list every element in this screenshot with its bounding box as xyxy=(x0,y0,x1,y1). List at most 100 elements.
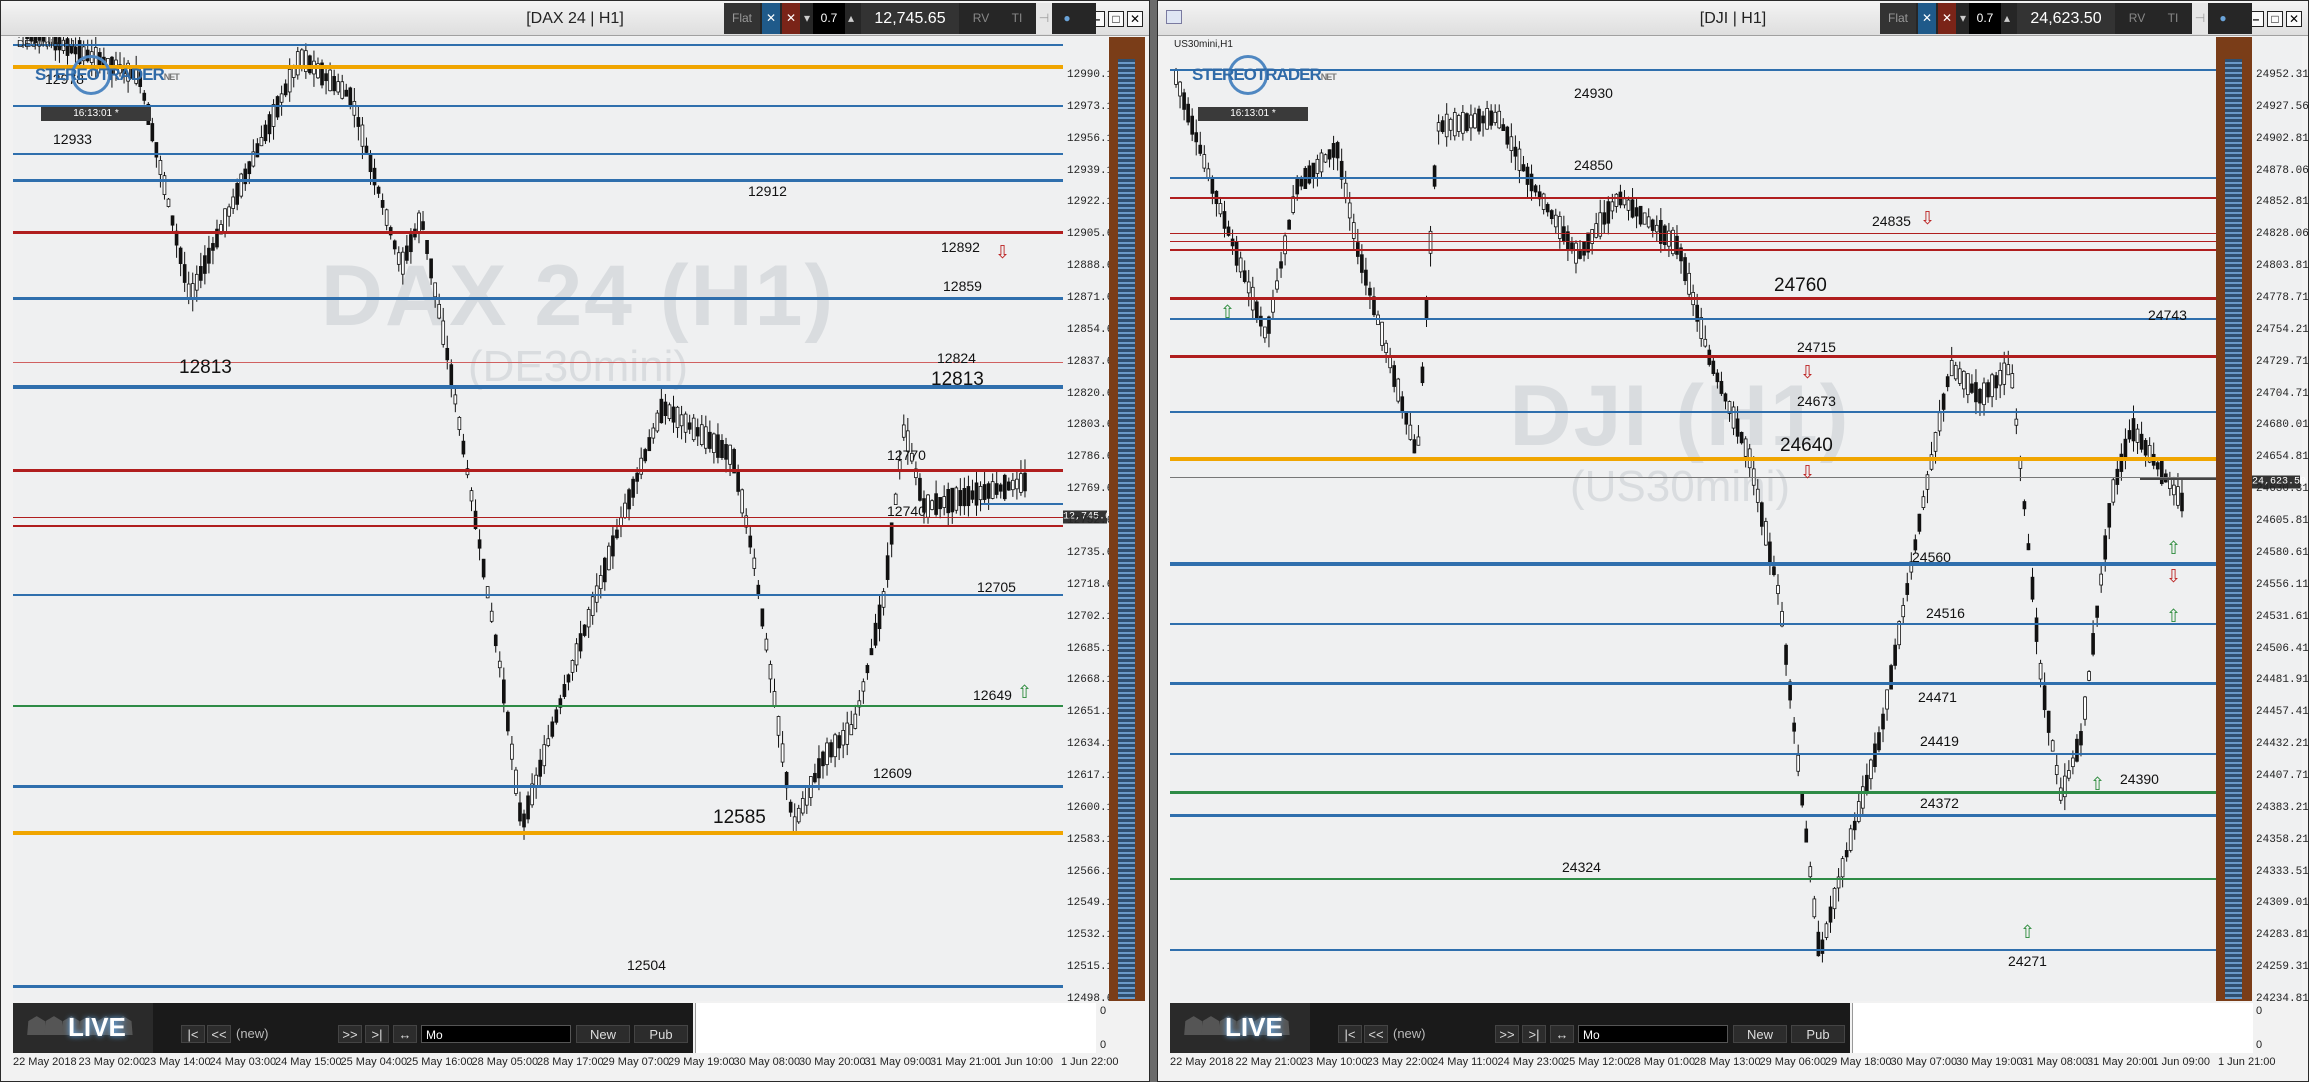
pub-button[interactable]: Pub xyxy=(634,1025,688,1043)
pin-icon[interactable]: ⊣ xyxy=(2192,3,2208,34)
price-chart-area[interactable]: DAX 24 (H1) (DE30mini) 12978 12933 12912… xyxy=(13,37,1063,1001)
level-line[interactable] xyxy=(1170,457,2220,461)
level-line[interactable] xyxy=(13,785,1063,788)
level-line[interactable] xyxy=(1170,949,2220,951)
trade-toolbar[interactable]: Flat ✕ ✕ ▾ 0.7 ▴ 24,623.50 RV TI ⊣ ● xyxy=(1880,3,2252,34)
arrow-down-icon: ⇩ xyxy=(1920,208,1936,228)
next-button[interactable]: >> xyxy=(1495,1025,1519,1043)
maximize-button[interactable]: □ xyxy=(1108,11,1124,27)
level-line[interactable] xyxy=(13,985,1063,988)
lots-up-icon[interactable]: ▴ xyxy=(2002,3,2012,34)
rv-button[interactable]: RV xyxy=(964,3,998,34)
level-line[interactable] xyxy=(13,153,1063,155)
candle-body xyxy=(2091,633,2095,655)
level-line[interactable] xyxy=(1170,814,2220,817)
level-line[interactable] xyxy=(13,362,1063,363)
time-axis[interactable]: 22 May 2018 23 May 02:00 23 May 14:00 24 Ma… xyxy=(13,1053,1119,1081)
close-button[interactable]: ✕ xyxy=(2286,11,2302,27)
order-book-strip[interactable] xyxy=(1109,37,1145,1001)
flat-button[interactable]: Flat xyxy=(1880,3,1916,34)
level-line[interactable] xyxy=(13,594,1063,596)
trade-toolbar[interactable]: Flat ✕ ✕ ▾ 0.7 ▴ 12,745.65 RV TI ⊣ ● xyxy=(724,3,1096,34)
time-axis[interactable]: 22 May 2018 22 May 21:00 23 May 10:00 23 Ma… xyxy=(1170,1053,2276,1081)
level-line[interactable] xyxy=(13,525,1063,527)
candle-body xyxy=(1970,383,1974,393)
candle-body xyxy=(623,502,627,519)
level-line[interactable] xyxy=(13,179,1063,182)
lots-down-icon[interactable]: ▾ xyxy=(802,3,812,34)
last-bar-button[interactable]: >| xyxy=(365,1025,389,1043)
settings-icon[interactable]: ● xyxy=(2213,3,2233,34)
dax-chart-window[interactable]: [DAX 24 | H1] – □ ✕ DAX 24 (H1) (DE30mini)… xyxy=(0,0,1150,1082)
level-line[interactable] xyxy=(1170,318,2220,320)
level-line[interactable] xyxy=(1170,791,2220,794)
lots-up-icon[interactable]: ▴ xyxy=(846,3,856,34)
level-line[interactable] xyxy=(13,297,1063,300)
fit-button[interactable]: ↔ xyxy=(1550,1025,1574,1043)
close-long-button[interactable]: ✕ xyxy=(762,3,780,34)
first-bar-button[interactable]: |< xyxy=(1338,1025,1362,1043)
level-line[interactable] xyxy=(13,705,1063,707)
level-label: 12933 xyxy=(53,131,92,147)
first-bar-button[interactable]: |< xyxy=(181,1025,205,1043)
next-button[interactable]: >> xyxy=(338,1025,362,1043)
level-line[interactable] xyxy=(13,469,1063,472)
new-button[interactable]: New xyxy=(1733,1025,1787,1043)
level-line[interactable] xyxy=(1170,753,2220,755)
mode-input[interactable]: Mo xyxy=(1578,1025,1728,1043)
maximize-button[interactable]: □ xyxy=(2267,11,2283,27)
level-line[interactable] xyxy=(1170,623,2220,625)
order-book-strip[interactable] xyxy=(2216,37,2252,1001)
level-label: 24271 xyxy=(2008,953,2047,969)
level-line[interactable] xyxy=(1170,297,2220,300)
level-line[interactable] xyxy=(1170,682,2220,685)
price-axis[interactable]: 12,745.65 12990.16 12973.16 12956.16 12939.… xyxy=(1063,37,1120,1005)
lots-input[interactable]: 0.7 xyxy=(813,3,845,34)
level-line[interactable] xyxy=(1170,177,2220,179)
close-short-button[interactable]: ✕ xyxy=(782,3,800,34)
close-short-button[interactable]: ✕ xyxy=(1938,3,1956,34)
lots-down-icon[interactable]: ▾ xyxy=(1958,3,1968,34)
pub-button[interactable]: Pub xyxy=(1791,1025,1845,1043)
level-line[interactable] xyxy=(1170,562,2220,566)
level-line[interactable] xyxy=(13,231,1063,234)
level-line[interactable] xyxy=(1170,477,2220,478)
close-button[interactable]: ✕ xyxy=(1127,11,1143,27)
level-line[interactable] xyxy=(1170,878,2220,880)
lots-input[interactable]: 0.7 xyxy=(1969,3,2001,34)
level-line[interactable] xyxy=(13,105,1063,107)
close-long-button[interactable]: ✕ xyxy=(1918,3,1936,34)
fit-button[interactable]: ↔ xyxy=(393,1025,417,1043)
level-line[interactable] xyxy=(13,831,1063,835)
level-line[interactable] xyxy=(1170,197,2220,199)
candle-body xyxy=(2155,462,2160,470)
level-line[interactable] xyxy=(1170,241,2220,242)
candle-body xyxy=(207,247,211,264)
prev-button[interactable]: << xyxy=(207,1025,231,1043)
settings-icon[interactable]: ● xyxy=(1057,3,1077,34)
price-tick: 24704.71 xyxy=(2256,387,2309,400)
indicator-panel[interactable] xyxy=(695,1003,1096,1053)
indicator-panel[interactable] xyxy=(1852,1003,2253,1053)
dji-chart-window[interactable]: [DJI | H1] – □ ✕ DJI (H1) (US30mini) 2493 xyxy=(1157,0,2309,1082)
new-button[interactable]: New xyxy=(576,1025,630,1043)
flat-button[interactable]: Flat xyxy=(724,3,760,34)
pin-icon[interactable]: ⊣ xyxy=(1036,3,1052,34)
level-line[interactable] xyxy=(13,385,1063,389)
level-line[interactable] xyxy=(1170,249,2220,251)
price-chart-area[interactable]: DJI (H1) (US30mini) 24930 24850 24835 24… xyxy=(1170,37,2220,1001)
level-line[interactable] xyxy=(13,44,1063,46)
last-bar-button[interactable]: >| xyxy=(1522,1025,1546,1043)
candle-body xyxy=(1023,472,1027,492)
prev-button[interactable]: << xyxy=(1364,1025,1388,1043)
candle-body xyxy=(582,624,587,636)
candle-body xyxy=(1764,521,1768,546)
mode-input[interactable]: Mo xyxy=(421,1025,571,1043)
rv-button[interactable]: RV xyxy=(2120,3,2154,34)
level-line[interactable] xyxy=(1170,355,2220,358)
level-line[interactable] xyxy=(1170,411,2220,413)
ti-button[interactable]: TI xyxy=(1000,3,1034,34)
price-axis[interactable]: 24,623.50 24952.31 24927.56 24902.81 24878.… xyxy=(2252,37,2308,1005)
ti-button[interactable]: TI xyxy=(2156,3,2190,34)
level-line[interactable] xyxy=(1170,233,2220,234)
